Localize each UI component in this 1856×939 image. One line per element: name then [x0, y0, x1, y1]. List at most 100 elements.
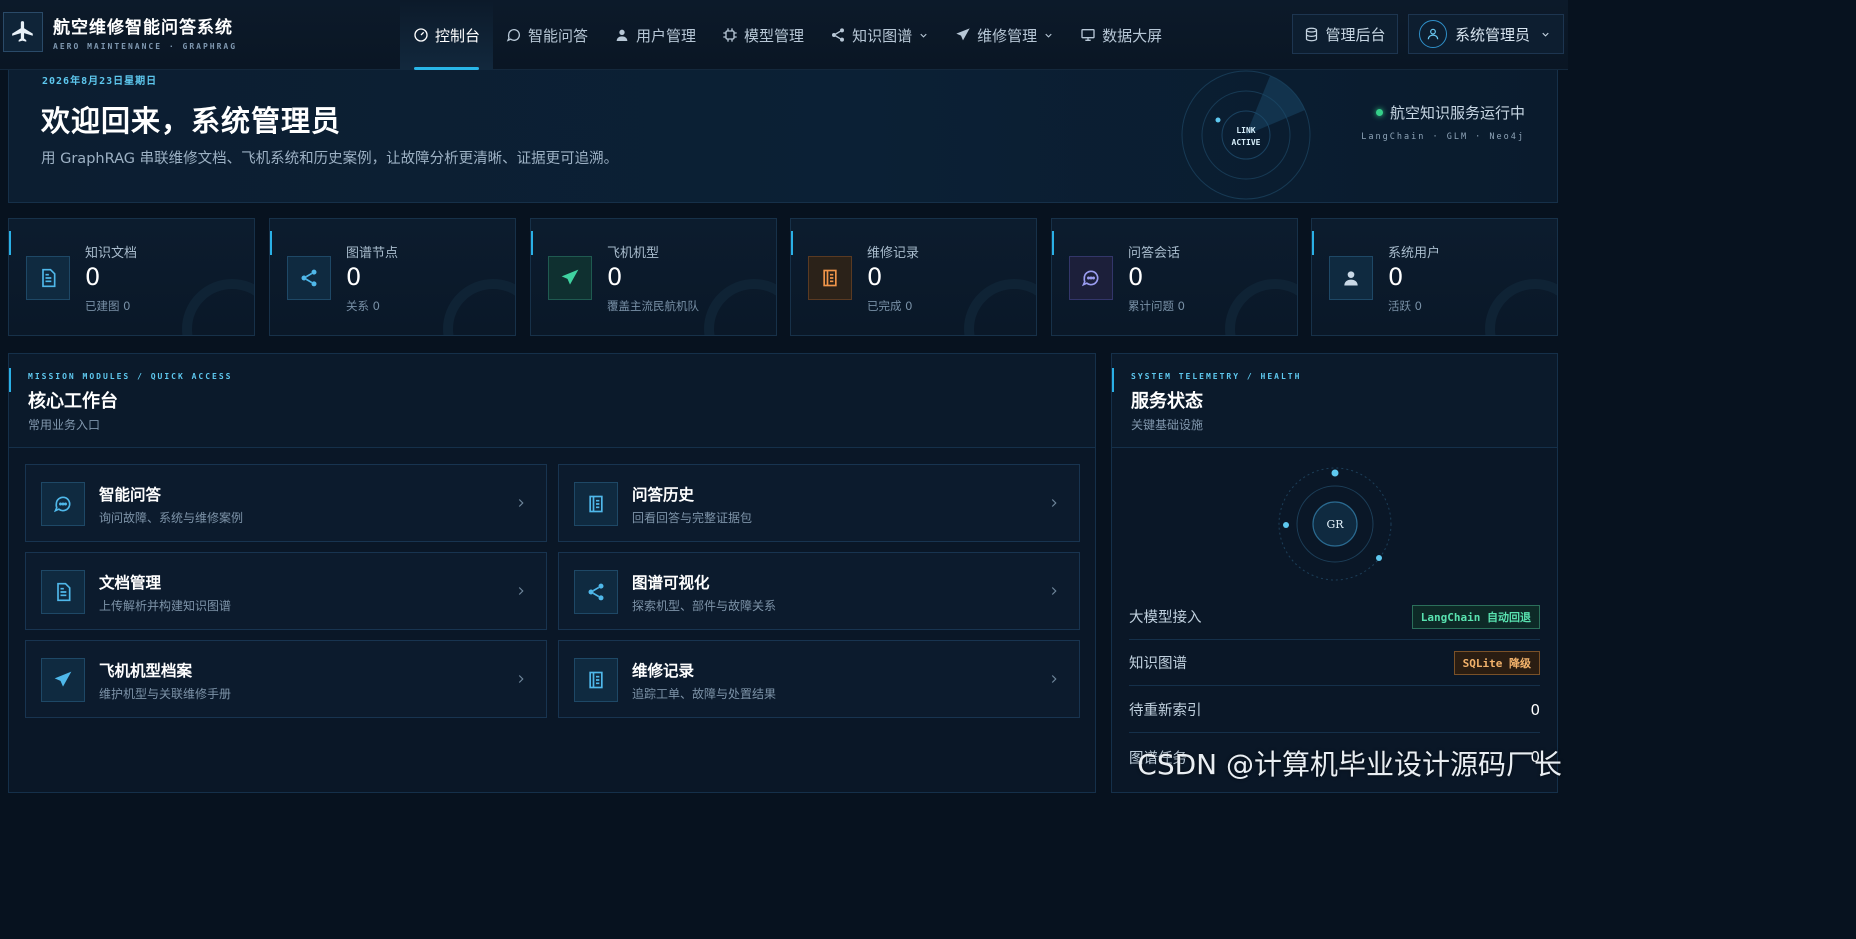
admin-label: 管理后台: [1325, 25, 1386, 44]
tile-maintenance-records[interactable]: 维修记录 追踪工单、故障与处置结果: [558, 640, 1080, 718]
service-row-reindex: 待重新索引 0: [1129, 687, 1540, 733]
stat-label: 问答会话: [1128, 246, 1181, 261]
tile-desc: 追踪工单、故障与处置结果: [632, 687, 777, 701]
stat-value: 0: [607, 263, 623, 291]
avatar: [1419, 20, 1447, 48]
chevron-right-icon: [1051, 499, 1057, 507]
user-menu-button[interactable]: 系统管理员: [1408, 14, 1564, 54]
tile-title: 文档管理: [99, 574, 162, 592]
user-icon: [1427, 28, 1439, 40]
decor-ring: [1225, 279, 1297, 335]
plane-icon: [41, 658, 85, 702]
main-nav: 控制台 智能问答 用户管理 模型管理 知识图谱 维修管理 数据大屏: [400, 0, 1175, 70]
service-row-llm: 大模型接入 LangChain 自动回退: [1129, 594, 1540, 640]
user-name: 系统管理员: [1455, 25, 1531, 44]
top-navbar: 航空维修智能问答系统 AERO MAINTENANCE · GRAPHRAG 控…: [0, 0, 1568, 70]
document-icon: [26, 256, 70, 300]
chevron-down-icon: [1045, 33, 1052, 38]
service-label: 大模型接入: [1129, 610, 1202, 626]
chat-icon: [1069, 256, 1113, 300]
notebook-icon: [574, 482, 618, 526]
welcome-description: 用 GraphRAG 串联维修文档、飞机系统和历史案例，让故障分析更清晰、证据更…: [41, 151, 619, 167]
service-status-panel: SYSTEM TELEMETRY / HEALTH 服务状态 关键基础设施 GR…: [1111, 353, 1558, 793]
stat-card-documents[interactable]: 知识文档 0 已建图 0: [8, 218, 255, 336]
nav-label: 数据大屏: [1102, 26, 1163, 45]
tile-aircraft-profiles[interactable]: 飞机机型档案 维护机型与关联维修手册: [25, 640, 547, 718]
nav-label: 智能问答: [528, 26, 589, 45]
radar-line2: ACTIVE: [1232, 138, 1261, 147]
decor-ring: [182, 279, 254, 335]
chevron-right-icon: [518, 499, 524, 507]
stat-sub: 累计问题 0: [1128, 299, 1185, 313]
service-value: 0: [1530, 700, 1540, 719]
panel-title: 核心工作台: [28, 391, 118, 412]
tech-stack: LangChain · GLM · Neo4j: [1361, 132, 1525, 142]
notebook-icon: [574, 658, 618, 702]
nav-data-screen[interactable]: 数据大屏: [1067, 0, 1175, 70]
dashboard-icon: [414, 28, 428, 42]
tile-qa-history[interactable]: 问答历史 回看回答与完整证据包: [558, 464, 1080, 542]
screen-icon: [1081, 29, 1095, 41]
stat-card-system-users[interactable]: 系统用户 0 活跃 0: [1311, 218, 1558, 336]
chevron-down-icon: [1542, 32, 1549, 37]
app-subtitle: AERO MAINTENANCE · GRAPHRAG: [53, 42, 238, 51]
decor-ring: [704, 279, 776, 335]
stat-card-aircraft-models[interactable]: 飞机机型 0 覆盖主流民航机队: [530, 218, 777, 336]
chevron-right-icon: [1051, 675, 1057, 683]
nav-knowledge-graph[interactable]: 知识图谱: [817, 0, 942, 70]
service-header: SYSTEM TELEMETRY / HEALTH 服务状态 关键基础设施: [1112, 354, 1557, 448]
status-badge: LangChain 自动回退: [1411, 604, 1540, 629]
service-label: 待重新索引: [1129, 703, 1202, 719]
nav-label: 知识图谱: [852, 26, 913, 45]
airplane-logo-icon: [3, 12, 43, 52]
stat-value: 0: [1128, 263, 1144, 291]
nav-dashboard[interactable]: 控制台: [400, 0, 494, 70]
stat-label: 知识文档: [85, 246, 138, 261]
admin-console-button[interactable]: 管理后台: [1292, 14, 1398, 54]
welcome-banner: 2026年8月23日星期日 欢迎回来，系统管理员 用 GraphRAG 串联维修…: [8, 70, 1558, 203]
orbit-graph-icon: GR: [1278, 467, 1392, 581]
tile-smart-qa[interactable]: 智能问答 询问故障、系统与维修案例: [25, 464, 547, 542]
radar-icon: LINK ACTIVE: [1181, 70, 1311, 200]
tile-document-management[interactable]: 文档管理 上传解析并构建知识图谱: [25, 552, 547, 630]
nav-label: 控制台: [435, 26, 481, 45]
workbench-panel: MISSION MODULES / QUICK ACCESS 核心工作台 常用业…: [8, 353, 1096, 793]
stat-value: 0: [85, 263, 101, 291]
stat-sub: 活跃 0: [1388, 299, 1422, 313]
tile-desc: 探索机型、部件与故障关系: [632, 599, 777, 613]
service-label: 知识图谱: [1129, 656, 1187, 672]
stat-value: 0: [346, 263, 362, 291]
service-status-text: 航空知识服务运行中: [1389, 104, 1525, 122]
panel-subtitle: 关键基础设施: [1131, 418, 1204, 432]
nav-models[interactable]: 模型管理: [709, 0, 817, 70]
brand[interactable]: 航空维修智能问答系统 AERO MAINTENANCE · GRAPHRAG: [3, 12, 237, 52]
stat-value: 0: [867, 263, 883, 291]
chip-icon: [723, 28, 737, 42]
watermark: CSDN @计算机毕业设计源码厂长: [1137, 748, 1562, 781]
service-row-knowledge-graph: 知识图谱 SQLite 降级: [1129, 640, 1540, 686]
nav-users[interactable]: 用户管理: [601, 0, 709, 70]
decor-ring: [443, 279, 515, 335]
stat-card-qa-sessions[interactable]: 问答会话 0 累计问题 0: [1051, 218, 1298, 336]
panel-tag: SYSTEM TELEMETRY / HEALTH: [1131, 372, 1302, 381]
nav-maintenance[interactable]: 维修管理: [942, 0, 1067, 70]
share-icon: [574, 570, 618, 614]
tile-title: 飞机机型档案: [99, 662, 193, 680]
notebook-icon: [808, 256, 852, 300]
stat-label: 飞机机型: [607, 246, 660, 261]
app-title: 航空维修智能问答系统: [53, 18, 233, 38]
document-icon: [41, 570, 85, 614]
stat-card-maintenance-records[interactable]: 维修记录 0 已完成 0: [790, 218, 1037, 336]
workbench-header: MISSION MODULES / QUICK ACCESS 核心工作台 常用业…: [9, 354, 1095, 448]
stat-sub: 已建图 0: [85, 299, 131, 313]
stat-label: 图谱节点: [346, 246, 399, 261]
tile-desc: 询问故障、系统与维修案例: [99, 511, 244, 525]
nav-label: 维修管理: [977, 26, 1038, 45]
tile-title: 图谱可视化: [632, 574, 710, 592]
database-icon: [1306, 27, 1318, 41]
stat-card-graph-nodes[interactable]: 图谱节点 0 关系 0: [269, 218, 516, 336]
tile-graph-visualization[interactable]: 图谱可视化 探索机型、部件与故障关系: [558, 552, 1080, 630]
nav-qa[interactable]: 智能问答: [493, 0, 601, 70]
status-badge: SQLite 降级: [1453, 650, 1540, 675]
user-icon: [616, 29, 628, 41]
